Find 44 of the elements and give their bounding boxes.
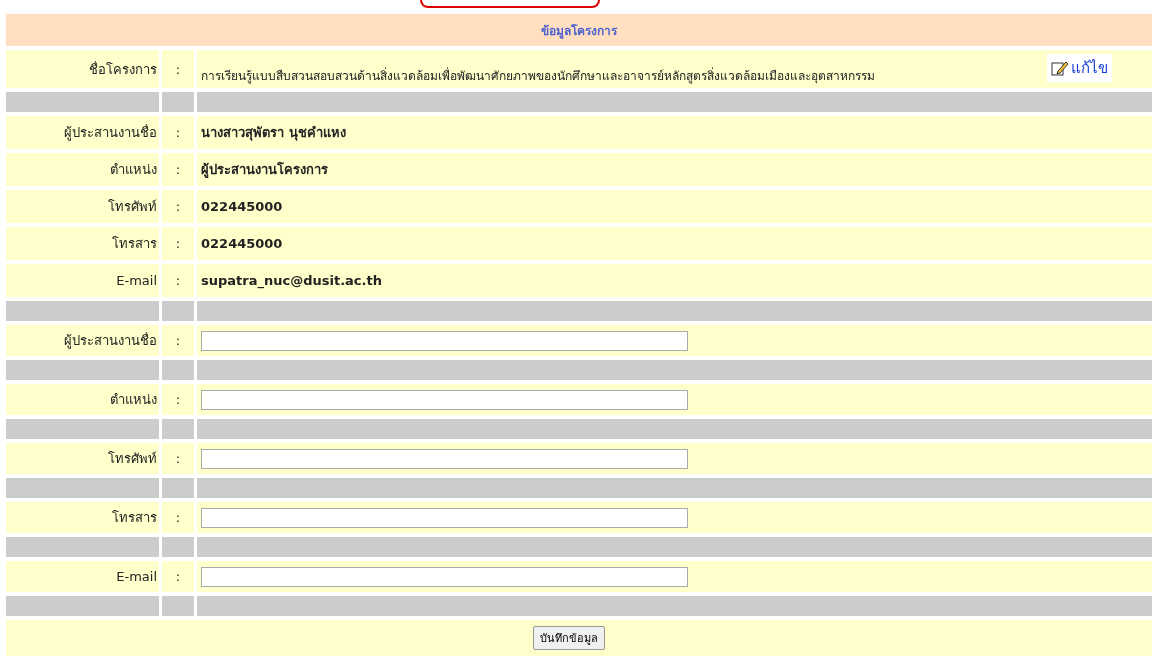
- value-text: ผู้ประสานงานโครงการ: [201, 161, 328, 180]
- value-text: 022445000: [201, 199, 283, 214]
- edit-note-icon: [1051, 60, 1069, 76]
- label-cell: ผู้ประสานงานชื่อ: [6, 116, 159, 149]
- spacer-cell: [162, 478, 194, 498]
- spacer-cell: [162, 419, 194, 439]
- label-cell: ตำแหน่ง: [6, 153, 159, 186]
- label-cell: E-mail: [6, 264, 159, 297]
- spacer-cell: [162, 360, 194, 380]
- separator-cell: :: [162, 227, 194, 260]
- input-field[interactable]: [201, 507, 688, 528]
- input-field[interactable]: [201, 448, 688, 469]
- input-field[interactable]: [201, 330, 688, 351]
- value-text: นางสาวสุพัตรา นุชคำแหง: [201, 124, 346, 143]
- spacer-cell: [162, 92, 194, 112]
- label-cell: ชื่อโครงการ: [6, 50, 159, 88]
- separator-cell: :: [162, 264, 194, 297]
- spacer-cell: [162, 596, 194, 616]
- label-cell: E-mail: [6, 561, 159, 592]
- value-text: supatra_nuc@dusit.ac.th: [201, 273, 382, 288]
- save-button[interactable]: บันทึกข้อมูล: [533, 626, 605, 650]
- separator-cell: :: [162, 190, 194, 223]
- input-field[interactable]: [201, 566, 688, 587]
- project-name: การเรียนรู้แบบสืบสวนสอบสวนด้านสิ่งแวดล้อมเพื่อพัฒนาศักยภาพของนักศึกษาและอาจารย์หลักสูตรสิ่งแวดล้อมเมืองและอุตสาหกรรม: [201, 66, 875, 85]
- label-cell: โทรสาร: [6, 502, 159, 533]
- label-cell: โทรศัพท์: [6, 190, 159, 223]
- separator-cell: :: [162, 325, 194, 356]
- input-field[interactable]: [201, 389, 688, 410]
- separator-cell: :: [162, 384, 194, 415]
- separator-cell: :: [162, 443, 194, 474]
- label-cell: ตำแหน่ง: [6, 384, 159, 415]
- separator-cell: :: [162, 50, 194, 88]
- separator-cell: :: [162, 116, 194, 149]
- section-title: ข้อมูลโครงการ: [541, 22, 617, 40]
- label-cell: โทรศัพท์: [6, 443, 159, 474]
- separator-cell: :: [162, 502, 194, 533]
- value-text: 022445000: [201, 236, 283, 251]
- spacer-cell: [162, 301, 194, 321]
- spacer-cell: [162, 537, 194, 557]
- separator-cell: :: [162, 561, 194, 592]
- edit-link[interactable]: แก้ไข: [1047, 54, 1112, 82]
- label-cell: ผู้ประสานงานชื่อ: [6, 325, 159, 356]
- label-cell: โทรสาร: [6, 227, 159, 260]
- separator-cell: :: [162, 153, 194, 186]
